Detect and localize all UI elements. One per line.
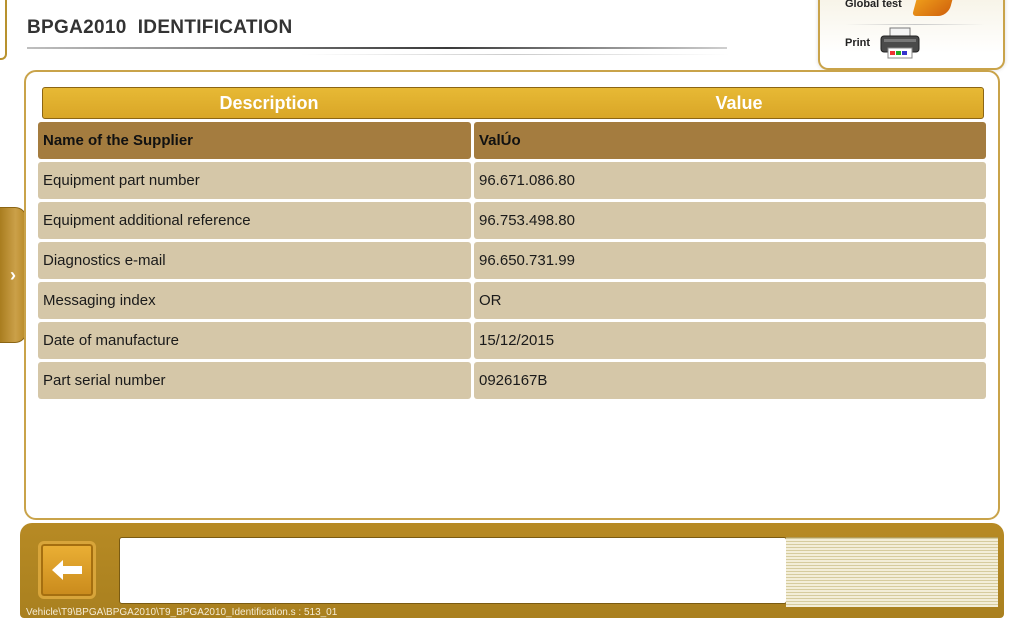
row-value: 0926167B <box>474 362 986 399</box>
column-header-value: Value <box>715 92 763 113</box>
row-value: 96.650.731.99 <box>474 242 986 279</box>
table-row: Diagnostics e-mail 96.650.731.99 <box>38 242 986 279</box>
identification-panel: Description Value Name of the Supplier V… <box>24 70 1000 520</box>
row-description: Diagnostics e-mail <box>38 242 471 279</box>
striped-panel <box>786 537 998 607</box>
global-test-icon[interactable] <box>912 0 954 16</box>
message-area <box>119 537 787 604</box>
print-button[interactable]: Print <box>845 37 870 49</box>
supplier-label: Name of the Supplier <box>38 122 471 159</box>
row-value: OR <box>474 282 986 319</box>
row-description: Equipment additional reference <box>38 202 471 239</box>
row-value: 96.671.086.80 <box>474 162 986 199</box>
row-value: 15/12/2015 <box>474 322 986 359</box>
actions-panel: Global test Print <box>818 0 1005 70</box>
table-row: Messaging index OR <box>38 282 986 319</box>
global-test-button[interactable]: Global test <box>845 0 902 10</box>
table-header: Description Value <box>42 87 984 119</box>
back-button[interactable] <box>38 541 96 599</box>
page-title: BPGA2010 IDENTIFICATION <box>27 17 293 38</box>
back-arrow-icon <box>52 560 82 580</box>
side-panel-toggle[interactable]: › <box>0 207 27 343</box>
column-header-description: Description <box>219 92 319 113</box>
title-underline <box>27 47 727 49</box>
actions-divider <box>845 24 985 25</box>
row-description: Messaging index <box>38 282 471 319</box>
status-path: Vehicle\T9\BPGA\BPGA2010\T9_BPGA2010_Ide… <box>26 607 338 618</box>
table-row: Date of manufacture 15/12/2015 <box>38 322 986 359</box>
row-value: 96.753.498.80 <box>474 202 986 239</box>
bottom-toolbar: Vehicle\T9\BPGA\BPGA2010\T9_BPGA2010_Ide… <box>20 523 1004 618</box>
row-description: Equipment part number <box>38 162 471 199</box>
supplier-value: ValÚo <box>474 122 986 159</box>
chevron-right-icon: › <box>10 264 16 285</box>
supplier-row: Name of the Supplier ValÚo <box>38 122 986 159</box>
row-description: Part serial number <box>38 362 471 399</box>
table-row: Equipment additional reference 96.753.49… <box>38 202 986 239</box>
table-row: Equipment part number 96.671.086.80 <box>38 162 986 199</box>
title-underline-secondary <box>300 54 730 55</box>
row-description: Date of manufacture <box>38 322 471 359</box>
table-row: Part serial number 0926167B <box>38 362 986 399</box>
frame-corner <box>0 0 7 60</box>
screen: BPGA2010 IDENTIFICATION Global test Prin… <box>0 0 1024 629</box>
header: BPGA2010 IDENTIFICATION Global test Prin… <box>0 0 1024 70</box>
printer-icon[interactable] <box>878 26 922 60</box>
